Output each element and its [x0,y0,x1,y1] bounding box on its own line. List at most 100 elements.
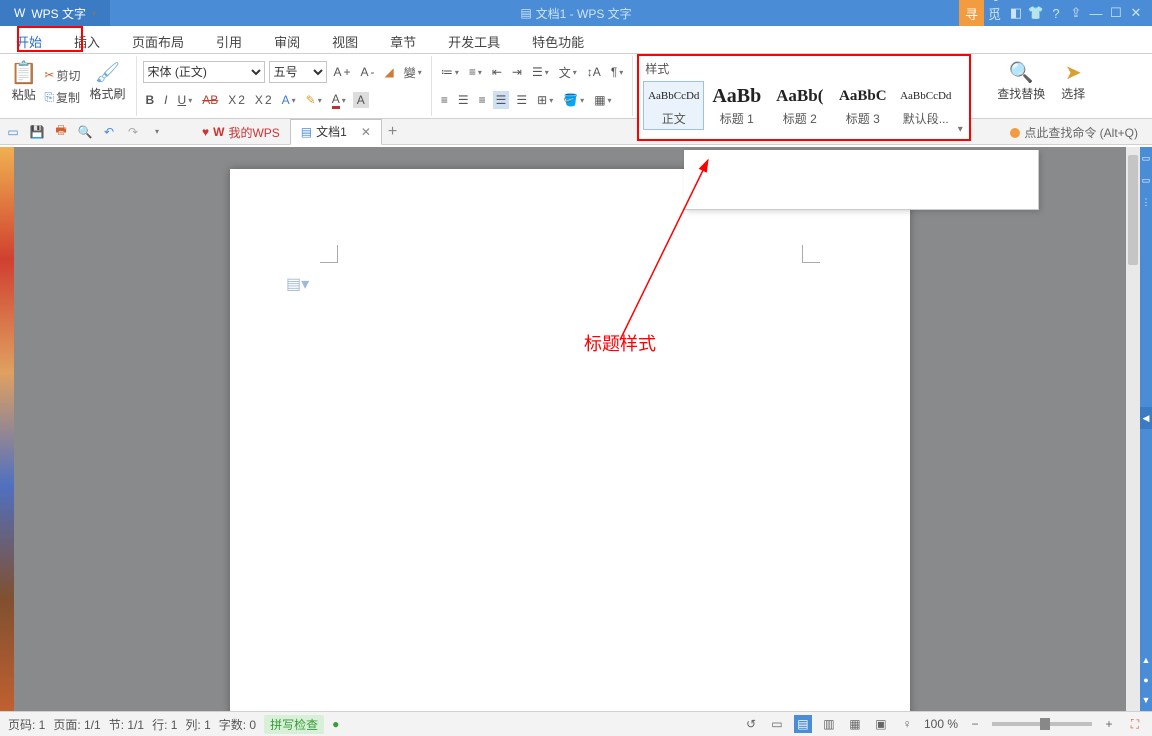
save-icon[interactable]: 💾 [28,123,46,141]
bullets-button[interactable]: ≔▾ [438,63,462,81]
undo-icon[interactable]: ↶ [100,123,118,141]
font-select[interactable]: 宋体 (正文) [143,61,265,83]
format-painter-button[interactable]: 🖌 格式刷 [85,58,129,114]
style-heading1[interactable]: AaBb 标题 1 [706,81,767,130]
superscript-button[interactable]: X2 [225,91,248,109]
highlight-button[interactable]: ✎▾ [303,91,325,109]
sidebar-down-icon[interactable]: ▼ [1140,689,1152,711]
qat-more-icon[interactable]: ▾ [148,123,166,141]
scrollbar-thumb[interactable] [1128,155,1138,265]
shading-button[interactable]: 🪣▾ [560,91,587,109]
tab-view[interactable]: 视图 [316,26,374,53]
styles-expand-icon[interactable]: ▾ [953,124,967,135]
tab-my-wps[interactable]: ♥ W 我的WPS [192,119,290,145]
strike-button[interactable]: AB [199,91,221,109]
help-icon[interactable]: ? [1048,6,1064,21]
zoom-in-icon[interactable]: + [1100,715,1118,733]
view-web-icon[interactable]: ▦ [846,715,864,733]
status-circle-icon[interactable]: ● [332,717,339,731]
tab-start[interactable]: 开始 [0,26,58,53]
paste-button[interactable]: 📋 粘贴 [6,58,41,114]
status-section[interactable]: 节: 1/1 [109,716,144,733]
view-page-icon[interactable]: ▤ [794,715,812,733]
sidebar-tool-2[interactable]: ▭ [1140,169,1152,191]
tab-add-button[interactable]: + [382,123,403,141]
zoom-level[interactable]: 100 % [924,717,958,731]
command-search[interactable]: 点此查找命令 (Alt+Q) [1010,124,1138,141]
skin-icon[interactable]: ◧ [1008,5,1024,21]
tab-document1[interactable]: ▤ 文档1 ✕ [290,119,382,145]
show-marks-button[interactable]: ¶▾ [608,63,626,81]
history-icon[interactable]: ↺ [742,715,760,733]
redo-icon[interactable]: ↷ [124,123,142,141]
app-tab[interactable]: W WPS 文字 ▾ [0,0,110,26]
print-preview-icon[interactable]: 🔍 [76,123,94,141]
tab-insert[interactable]: 插入 [58,26,116,53]
status-words[interactable]: 字数: 0 [219,716,256,733]
align-right-button[interactable]: ≡ [476,91,489,109]
sidebar-tool-1[interactable]: ▭ [1140,147,1152,169]
close-icon[interactable]: ✕ [1128,5,1144,21]
view-outline-icon[interactable]: ▥ [820,715,838,733]
cut-button[interactable]: ✂剪切 [41,65,83,86]
text-effects-button[interactable]: A▾ [279,91,299,109]
font-color-button[interactable]: A▾ [329,90,349,111]
size-select[interactable]: 五号 [269,61,327,83]
search-button[interactable]: 寻 [959,0,984,27]
fullscreen-icon[interactable]: ⛶ [1126,715,1144,733]
new-icon[interactable]: ▭ [4,123,22,141]
status-line[interactable]: 行: 1 [152,716,177,733]
tab-review[interactable]: 审阅 [258,26,316,53]
view-marker-icon[interactable]: ♀ [898,715,916,733]
indent-button[interactable]: ⇥ [509,63,525,81]
tab-reference[interactable]: 引用 [200,26,258,53]
sidebar-dot-icon[interactable]: ● [1140,669,1152,691]
tshirt-icon[interactable]: 👕 [1028,5,1044,21]
italic-button[interactable]: I [161,91,170,109]
numbering-button[interactable]: ≡▾ [466,63,485,81]
copy-button[interactable]: ⎘复制 [41,87,83,108]
style-heading3[interactable]: AaBbC 标题 3 [832,81,893,130]
tab-special[interactable]: 特色功能 [516,26,600,53]
sidebar-tool-3[interactable]: ⋮ [1140,191,1152,213]
align-justify-button[interactable]: ☰ [493,91,510,109]
tab-section[interactable]: 章节 [374,26,432,53]
char-shading-button[interactable]: A [353,92,369,108]
sidebar-up-icon[interactable]: ▲ [1140,649,1152,671]
maximize-icon[interactable]: ☐ [1108,5,1124,21]
zoom-thumb[interactable] [1040,718,1050,730]
clear-format-button[interactable]: ◢ [382,63,397,81]
align-center-button[interactable]: ☰ [455,91,472,109]
style-heading2[interactable]: AaBb( 标题 2 [769,81,830,130]
minimize-icon[interactable]: — [1088,6,1104,21]
tab-devtools[interactable]: 开发工具 [432,26,516,53]
grow-font-button[interactable]: A+ [331,63,354,81]
view-print-icon[interactable]: ▭ [768,715,786,733]
status-spellcheck[interactable]: 拼写检查 [264,715,324,734]
align-distribute-button[interactable]: ☰ [513,91,530,109]
upload-icon[interactable]: ⇪ [1068,5,1084,21]
align-left-button[interactable]: ≡ [438,91,451,109]
tab-stops-button[interactable]: ⊞▾ [534,91,556,109]
find-replace-button[interactable]: 🔍 查找替换 [989,56,1053,116]
outdent-button[interactable]: ⇤ [489,63,505,81]
page[interactable]: ▤▾ [230,169,910,711]
underline-button[interactable]: U▾ [175,91,196,109]
print-icon[interactable]: 🖶 [52,123,70,141]
style-default-paragraph[interactable]: AaBbCcDd 默认段... [895,81,956,130]
status-col[interactable]: 列: 1 [185,716,210,733]
zoom-slider[interactable] [992,722,1092,726]
text-direction-button[interactable]: 文▾ [556,62,580,83]
status-page-no[interactable]: 页码: 1 [8,716,45,733]
sort-button[interactable]: ↕A [584,63,604,81]
borders-button[interactable]: ▦▾ [591,91,614,109]
view-read-icon[interactable]: ▣ [872,715,890,733]
line-spacing-button[interactable]: ☰▾ [529,63,552,81]
zoom-out-icon[interactable]: − [966,715,984,733]
tab-pagelayout[interactable]: 页面布局 [116,26,200,53]
sidebar-collapse-icon[interactable]: ◀ [1140,407,1152,429]
tab-close-icon[interactable]: ✕ [361,125,371,139]
shrink-font-button[interactable]: A- [358,63,378,81]
style-normal[interactable]: AaBbCcDd 正文 [643,81,704,130]
vertical-scrollbar[interactable] [1126,147,1140,711]
